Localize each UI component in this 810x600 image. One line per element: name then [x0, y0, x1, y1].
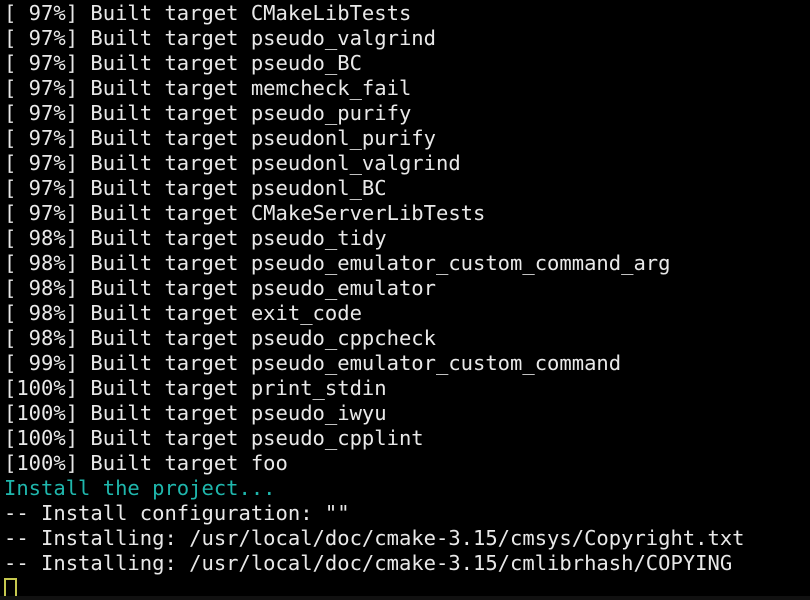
terminal-line: [ 98%] Built target pseudo_emulator_cust…	[4, 251, 671, 275]
terminal-line: [100%] Built target pseudo_cpplint	[4, 426, 424, 450]
terminal-window[interactable]: [ 97%] Built target CMakeLibTests[ 97%] …	[0, 0, 810, 600]
terminal-line: -- Install configuration: ""	[4, 501, 350, 525]
terminal-line: [ 97%] Built target CMakeLibTests	[4, 1, 412, 25]
terminal-line: [ 98%] Built target exit_code	[4, 301, 362, 325]
terminal-line: [ 97%] Built target pseudonl_BC	[4, 176, 387, 200]
terminal-line: -- Installing: /usr/local/doc/cmake-3.15…	[4, 551, 733, 575]
terminal-bottom-edge	[0, 596, 810, 600]
terminal-line: [ 97%] Built target memcheck_fail	[4, 76, 412, 100]
terminal-line: [ 97%] Built target pseudo_purify	[4, 101, 412, 125]
terminal-line: -- Installing: /usr/local/doc/cmake-3.15…	[4, 526, 745, 550]
terminal-line: [ 97%] Built target pseudo_BC	[4, 51, 362, 75]
terminal-line: [ 97%] Built target pseudo_valgrind	[4, 26, 436, 50]
terminal-line: [100%] Built target foo	[4, 451, 288, 475]
terminal-line: [ 98%] Built target pseudo_cppcheck	[4, 326, 436, 350]
terminal-output-area[interactable]: [ 97%] Built target CMakeLibTests[ 97%] …	[4, 1, 810, 600]
terminal-line: [ 97%] Built target pseudonl_valgrind	[4, 151, 461, 175]
terminal-line: [ 98%] Built target pseudo_emulator	[4, 276, 436, 300]
terminal-line: [100%] Built target print_stdin	[4, 376, 387, 400]
terminal-line: [100%] Built target pseudo_iwyu	[4, 401, 387, 425]
terminal-line: [ 97%] Built target pseudonl_purify	[4, 126, 436, 150]
terminal-line: [ 98%] Built target pseudo_tidy	[4, 226, 387, 250]
terminal-line: [ 99%] Built target pseudo_emulator_cust…	[4, 351, 622, 375]
terminal-line: Install the project...	[4, 476, 276, 500]
terminal-line: [ 97%] Built target CMakeServerLibTests	[4, 201, 486, 225]
